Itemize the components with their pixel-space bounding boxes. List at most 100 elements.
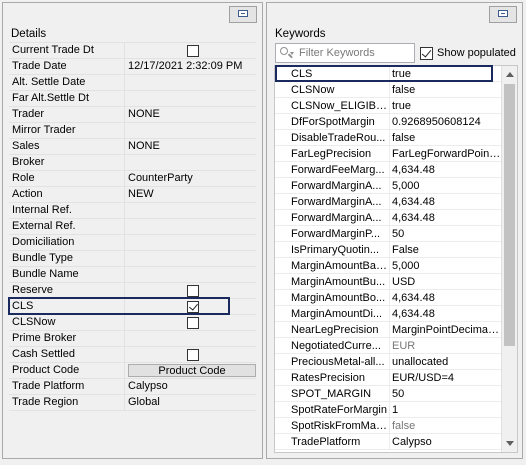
details-row: Trade Region Global (9, 395, 256, 411)
details-row-value[interactable]: Global (128, 395, 160, 410)
keyword-row[interactable]: RatesPrecision EUR/USD=4 (275, 370, 517, 386)
keyword-row[interactable]: SpotRiskFromMai... false (275, 418, 517, 434)
keyword-row[interactable]: MarginAmountDi... 4,634.48 (275, 306, 517, 322)
keyword-value[interactable]: true (389, 98, 501, 114)
product-code-button[interactable]: Product Code (128, 364, 256, 377)
keyword-value[interactable]: unallocated (389, 354, 501, 370)
keyword-value[interactable]: false (389, 130, 501, 146)
scroll-down-icon[interactable] (506, 441, 514, 446)
keyword-row[interactable]: CLS true (275, 66, 517, 82)
details-row: Internal Ref. (9, 203, 256, 219)
keyword-value[interactable]: true (389, 66, 501, 82)
keyword-row[interactable]: TradePlatform Calypso (275, 434, 517, 450)
keyword-row[interactable]: ForwardFeeMarg... 4,634.48 (275, 162, 517, 178)
keyword-value[interactable]: false (389, 82, 501, 98)
keyword-name: DisableTradeRou... (291, 132, 386, 144)
keywords-table: CLS true CLSNow false CLSNow_ELIGIBLE true DfF… (274, 65, 518, 453)
details-row: Current Trade Dt (9, 43, 256, 59)
keyword-name: SPOT_MARGIN (291, 388, 372, 400)
keyword-row[interactable]: PreciousMetal-all... unallocated (275, 354, 517, 370)
details-row-value[interactable]: Calypso (128, 379, 168, 394)
keyword-name: CLSNow_ELIGIBLE (291, 100, 387, 112)
chevron-down-icon[interactable] (290, 52, 294, 55)
search-icon[interactable] (280, 47, 288, 55)
scrollbar-thumb[interactable] (504, 84, 515, 346)
details-checkbox[interactable] (187, 285, 199, 297)
keyword-row[interactable]: MarginAmountBu... USD (275, 274, 517, 290)
keyword-name: NegotiatedCurre... (291, 340, 381, 352)
scroll-up-icon[interactable] (506, 72, 514, 77)
keyword-name: MarginAmountBo... (291, 292, 386, 304)
keyword-value[interactable]: EUR/USD=4 (389, 370, 501, 386)
keyword-value[interactable]: 50 (389, 226, 501, 242)
keyword-row[interactable]: DfForSpotMargin 0.9268950608124 (275, 114, 517, 130)
details-restore-button[interactable] (229, 6, 257, 23)
keyword-name: CLSNow (291, 84, 335, 96)
keyword-name: MarginAmountDi... (291, 308, 383, 320)
details-row: CLS (9, 299, 256, 315)
keyword-name: ForwardMarginA... (291, 196, 382, 208)
details-row: Sales NONE (9, 139, 256, 155)
keywords-scrollbar[interactable] (501, 66, 517, 452)
keyword-row[interactable]: CLSNow false (275, 82, 517, 98)
keyword-value[interactable]: 4,634.48 (389, 290, 501, 306)
details-row-value[interactable]: NONE (128, 139, 160, 154)
keyword-value[interactable]: EUR (389, 338, 501, 354)
keyword-row[interactable]: MarginAmountBo... 4,634.48 (275, 290, 517, 306)
keyword-row[interactable]: CLSNow_ELIGIBLE true (275, 98, 517, 114)
keyword-value[interactable]: 4,634.48 (389, 306, 501, 322)
details-checkbox[interactable] (187, 45, 199, 57)
keyword-row[interactable]: SPOT_MARGIN 50 (275, 386, 517, 402)
details-row-value[interactable]: 12/17/2021 2:32:09 PM (128, 59, 242, 74)
keyword-value[interactable]: 1 (389, 402, 501, 418)
keyword-value[interactable]: 50 (389, 386, 501, 402)
keyword-row[interactable]: DisableTradeRou... false (275, 130, 517, 146)
keyword-row[interactable]: NearLegPrecision MarginPointDecimals... (275, 322, 517, 338)
keyword-value[interactable]: False (389, 242, 501, 258)
details-row-label: Action (12, 187, 125, 202)
show-populated-checkbox[interactable] (420, 47, 433, 60)
restore-window-icon (498, 10, 508, 17)
keyword-value[interactable]: 4,634.48 (389, 194, 501, 210)
keyword-row[interactable]: ForwardMarginA... 4,634.48 (275, 210, 517, 226)
details-checkbox[interactable] (187, 317, 199, 329)
details-row: Prime Broker (9, 331, 256, 347)
details-row-value[interactable]: NEW (128, 187, 154, 202)
keyword-value[interactable]: 4,634.48 (389, 210, 501, 226)
details-row-value[interactable]: CounterParty (128, 171, 193, 186)
keyword-row[interactable]: ForwardMarginP... 50 (275, 226, 517, 242)
keywords-restore-button[interactable] (489, 6, 517, 23)
keyword-value[interactable]: 5,000 (389, 178, 501, 194)
details-row-label: Far Alt.Settle Dt (12, 91, 125, 106)
keyword-value[interactable]: false (389, 418, 501, 434)
details-row-label: Domiciliation (12, 235, 125, 250)
details-checkbox[interactable] (187, 349, 199, 361)
details-row-label: Role (12, 171, 125, 186)
keyword-row[interactable]: ForwardMarginA... 5,000 (275, 178, 517, 194)
keyword-row[interactable]: IsPrimaryQuotin... False (275, 242, 517, 258)
keyword-value[interactable]: FarLegForwardPoint... (389, 146, 501, 162)
filter-box[interactable] (275, 43, 415, 63)
keyword-row[interactable]: SpotRateForMargin 1 (275, 402, 517, 418)
keyword-name: ForwardFeeMarg... (291, 164, 385, 176)
details-row-value[interactable]: NONE (128, 107, 160, 122)
keyword-name: ForwardMarginP... (291, 228, 381, 240)
details-row-label: Trader (12, 107, 125, 122)
keyword-value[interactable]: 5,000 (389, 258, 501, 274)
details-row-label: Mirror Trader (12, 123, 125, 138)
details-checkbox[interactable] (187, 301, 199, 313)
keyword-value[interactable]: 4,634.48 (389, 162, 501, 178)
keyword-row[interactable]: FarLegPrecision FarLegForwardPoint... (275, 146, 517, 162)
keyword-value[interactable]: Calypso (389, 434, 501, 450)
keyword-value[interactable]: MarginPointDecimals... (389, 322, 501, 338)
keyword-row[interactable]: ForwardMarginA... 4,634.48 (275, 194, 517, 210)
keyword-value[interactable]: USD (389, 274, 501, 290)
filter-keywords-input[interactable] (299, 46, 411, 60)
details-row-label: CLSNow (12, 315, 125, 330)
keyword-value[interactable]: 0.9268950608124 (389, 114, 501, 130)
keyword-row[interactable]: MarginAmountBasis 5,000 (275, 258, 517, 274)
details-row: CLSNow (9, 315, 256, 331)
keyword-row[interactable]: NegotiatedCurre... EUR (275, 338, 517, 354)
details-row-label: Internal Ref. (12, 203, 125, 218)
keyword-name: PreciousMetal-all... (291, 356, 385, 368)
